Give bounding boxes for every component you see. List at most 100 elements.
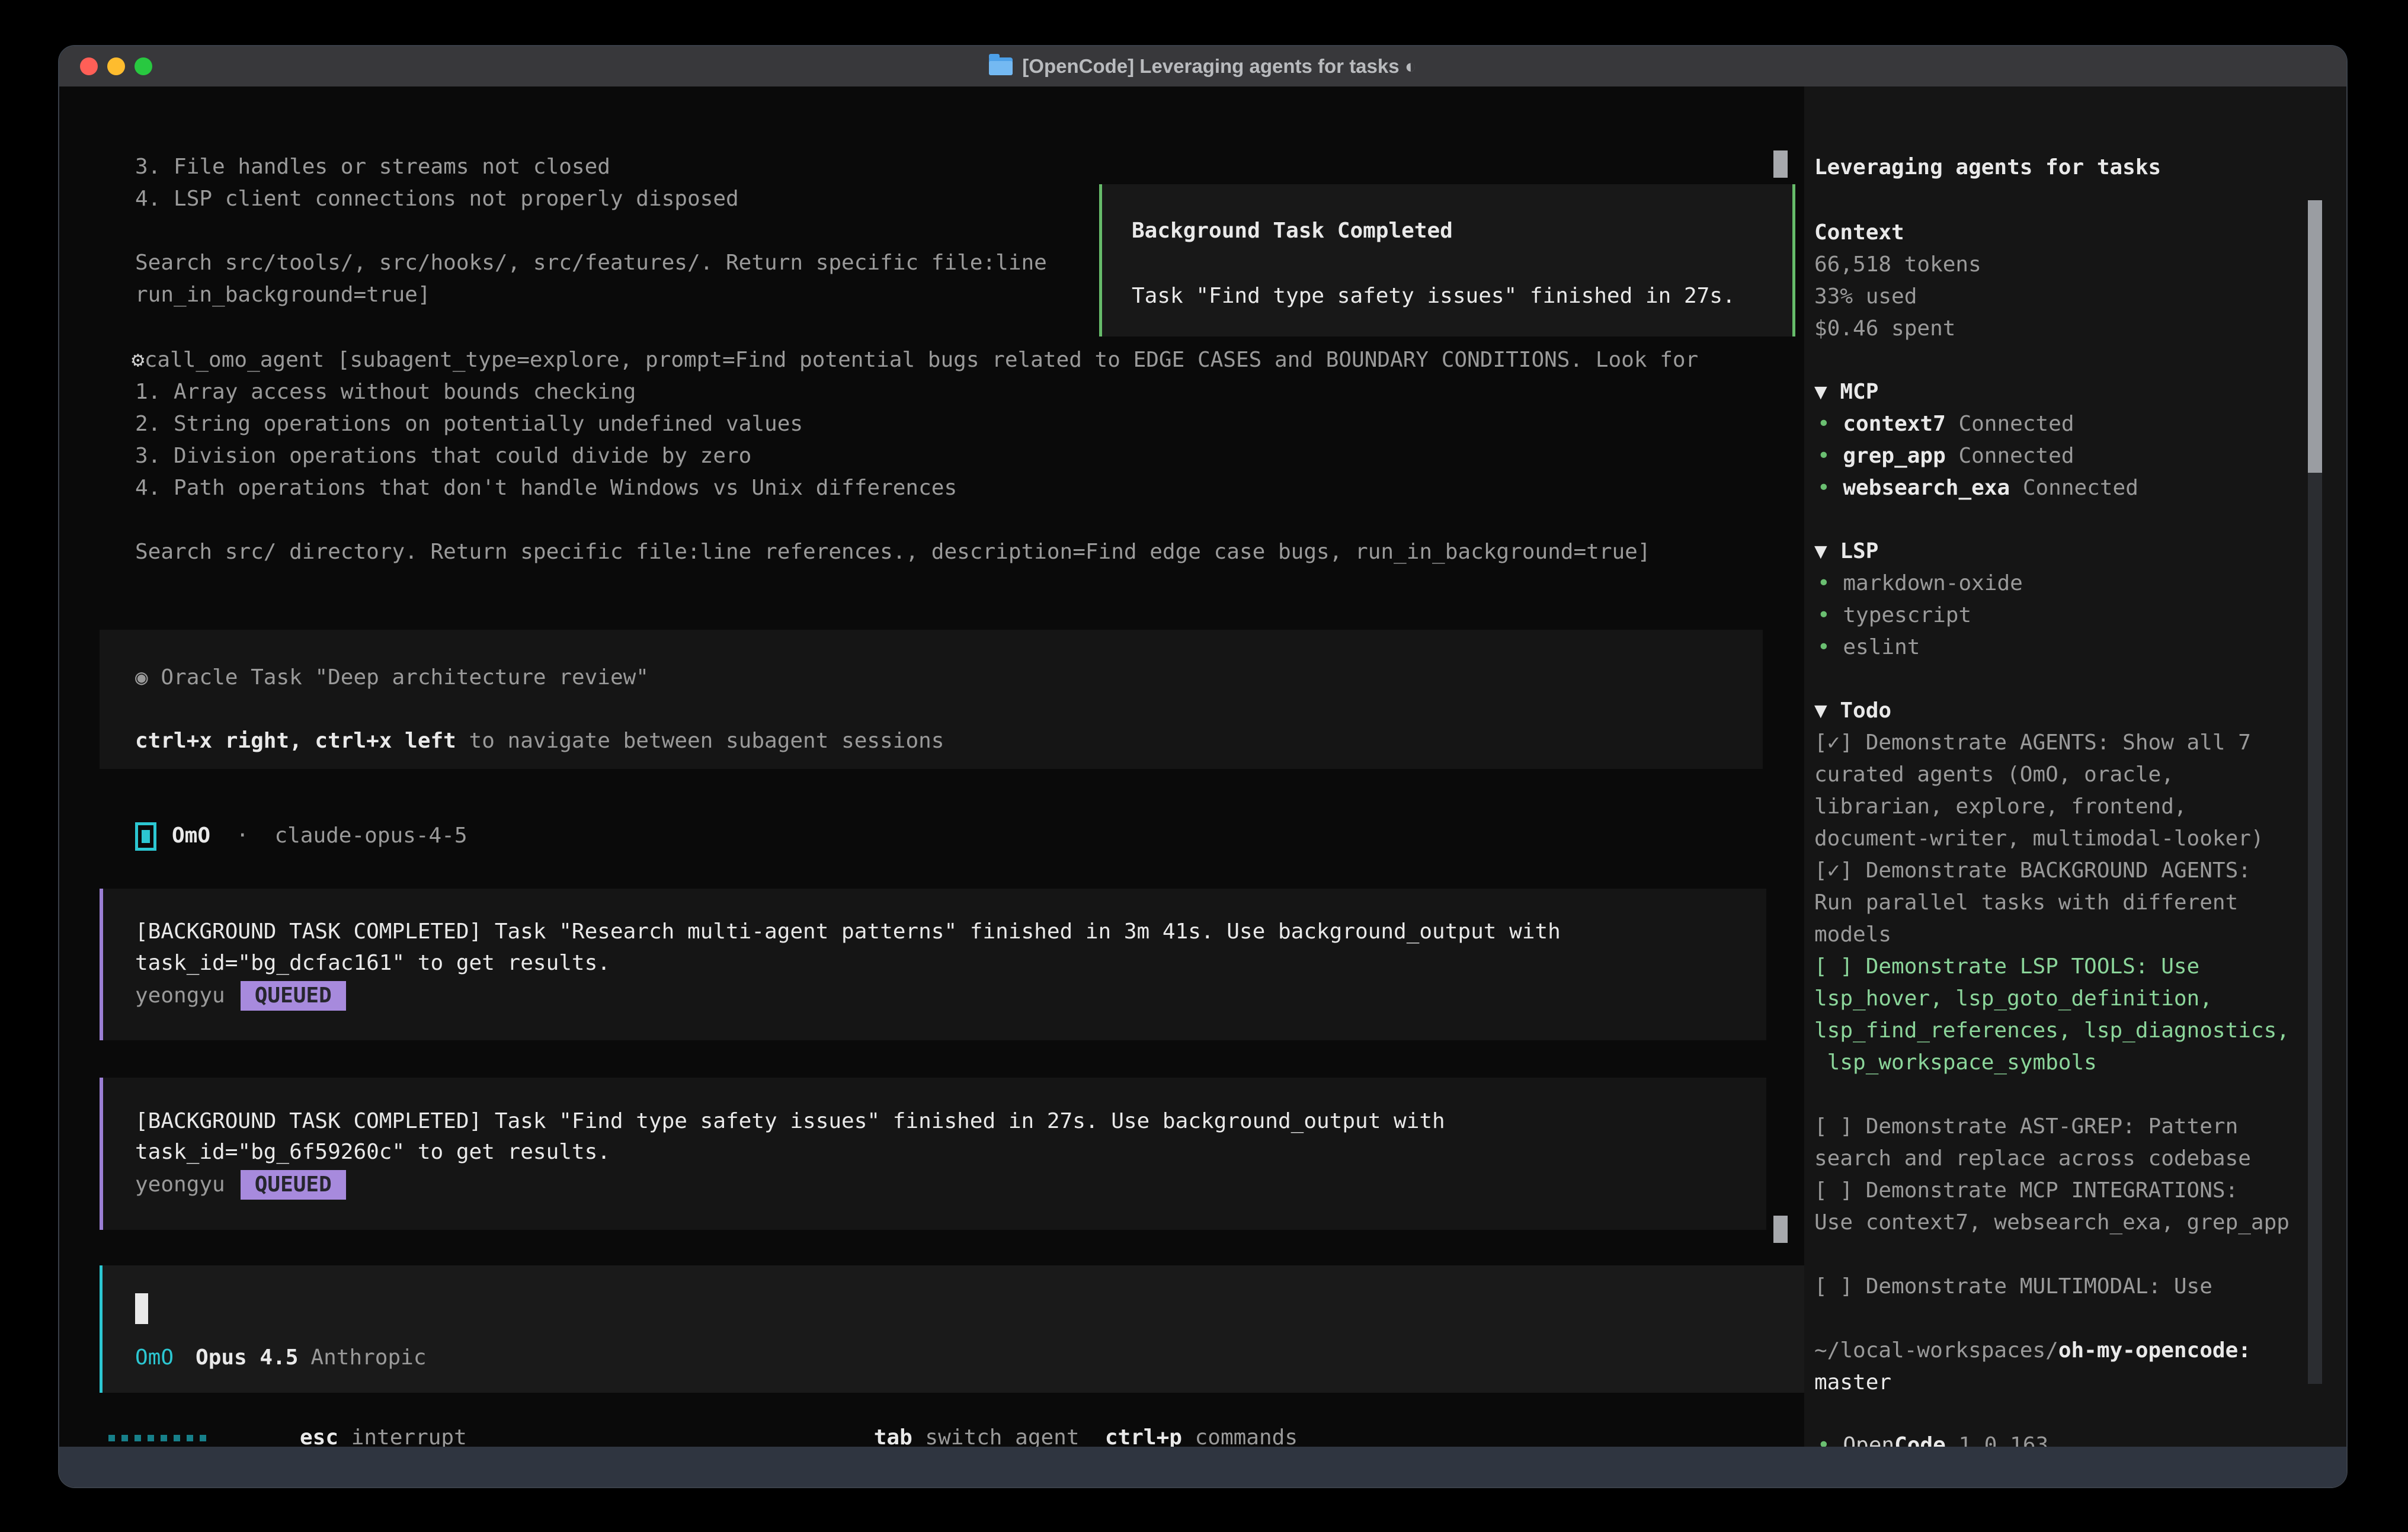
context-heading: Context: [1814, 217, 1904, 249]
chevron-down-icon: ▼: [1814, 380, 1827, 404]
todo-line: [✓] Demonstrate BACKGROUND AGENTS:: [1814, 855, 2251, 887]
tab-label: switch agent: [912, 1425, 1080, 1450]
esc-key[interactable]: esc: [300, 1425, 338, 1450]
task-user: yeongyu: [135, 1172, 225, 1197]
task-line2: task_id="bg_6f59260c" to get results.: [135, 1136, 610, 1168]
todo-line: document-writer, multimodal-looker): [1814, 823, 2264, 855]
main-scrollbar-thumb-bottom[interactable]: [1773, 1216, 1788, 1243]
window-title: [OpenCode] Leveraging agents for tasks ◐: [1022, 55, 1416, 78]
mcp-item: • websearch_exa Connected: [1817, 472, 2138, 504]
mcp-item: • grep_app Connected: [1817, 440, 2074, 472]
todo-line-active: lsp_workspace_symbols: [1814, 1047, 2097, 1079]
output-line: 1. Array access without bounds checking: [135, 376, 636, 408]
bullet-icon: •: [1817, 571, 1830, 595]
lsp-name: typescript: [1843, 603, 1971, 627]
tab-key[interactable]: tab: [874, 1425, 912, 1450]
bullet-icon: •: [1817, 412, 1830, 436]
input-provider: Anthropic: [310, 1345, 426, 1370]
agent-header-line: OmO · claude-opus-4-5: [135, 820, 467, 852]
todo-section-header[interactable]: ▼ Todo: [1814, 695, 1891, 727]
todo-line: [ ] Demonstrate MCP INTEGRATIONS:: [1814, 1175, 2238, 1207]
oracle-icon: ◉: [135, 665, 148, 690]
todo-line: librarian, explore, frontend,: [1814, 791, 2187, 823]
lsp-item: • markdown-oxide: [1817, 568, 2023, 600]
todo-line-active: lsp_find_references, lsp_diagnostics,: [1814, 1015, 2289, 1047]
oracle-title-line: ◉ Oracle Task "Deep architecture review": [135, 662, 649, 694]
input-model: Opus 4.5: [196, 1345, 298, 1370]
context-tokens: 66,518 tokens: [1814, 249, 1981, 281]
mcp-name: grep_app: [1843, 444, 1945, 468]
oracle-task-card[interactable]: ◉ Oracle Task "Deep architecture review"…: [100, 630, 1763, 769]
todo-line: Run parallel tasks with different: [1814, 887, 2238, 919]
ctrl-p-key[interactable]: ctrl+p: [1105, 1425, 1182, 1450]
session-title: Leveraging agents for tasks: [1814, 152, 2161, 184]
task-user: yeongyu: [135, 983, 225, 1008]
traffic-lights: [80, 46, 152, 86]
chat-main-area[interactable]: 3. File handles or streams not closed 4.…: [59, 86, 1863, 1447]
task-line1: [BACKGROUND TASK COMPLETED] Task "Find t…: [135, 1105, 1445, 1137]
mcp-section-header[interactable]: ▼ MCP: [1814, 376, 1878, 408]
lsp-name: eslint: [1843, 635, 1920, 659]
mcp-status: Connected: [1946, 444, 2074, 468]
task-result-card[interactable]: [BACKGROUND TASK COMPLETED] Task "Resear…: [100, 889, 1766, 1040]
workspace-path-line: ~/local-workspaces/oh-my-opencode:: [1814, 1335, 2251, 1367]
todo-line: models: [1814, 919, 1891, 951]
task-meta-line: yeongyu QUEUED: [135, 980, 346, 1012]
todo-line: search and replace across codebase: [1814, 1143, 2251, 1175]
toast-title: Background Task Completed: [1132, 215, 1453, 247]
output-line: Search src/tools/, src/hooks/, src/featu…: [135, 247, 1047, 279]
maximize-button[interactable]: [135, 57, 152, 75]
sidebar: Leveraging agents for tasks Context 66,5…: [1804, 86, 2346, 1447]
output-line: 3. Division operations that could divide…: [135, 440, 751, 472]
window-title-group: [OpenCode] Leveraging agents for tasks ◐: [59, 55, 2346, 78]
folder-icon: [989, 57, 1013, 75]
lsp-item: • typescript: [1817, 600, 1971, 632]
title-bar[interactable]: [OpenCode] Leveraging agents for tasks ◐: [59, 46, 2346, 88]
todo-heading: Todo: [1840, 698, 1891, 723]
oracle-title: Oracle Task "Deep architecture review": [161, 665, 649, 690]
spinner-dots: [108, 1435, 206, 1441]
chevron-down-icon: ▼: [1814, 698, 1827, 723]
todo-line: Use context7, websearch_exa, grep_app: [1814, 1207, 2289, 1239]
minimize-button[interactable]: [107, 57, 125, 75]
context-used: 33% used: [1814, 281, 1917, 313]
todo-line-active: [ ] Demonstrate LSP TOOLS: Use: [1814, 951, 2199, 983]
workspace-repo: oh-my-opencode:: [2058, 1338, 2251, 1363]
mcp-item: • context7 Connected: [1817, 408, 2074, 440]
mcp-status: Connected: [2010, 476, 2138, 500]
gear-icon: ⚙: [132, 348, 145, 372]
output-line: run_in_background=true]: [135, 279, 431, 311]
mcp-name: context7: [1843, 412, 1945, 436]
workspace-prefix: ~/local-workspaces/: [1814, 1338, 2058, 1363]
mcp-status: Connected: [1946, 412, 2074, 436]
task-line2: task_id="bg_dcfac161" to get results.: [135, 947, 610, 979]
tool-call-line: ⚙call_omo_agent [subagent_type=explore, …: [132, 344, 1698, 376]
main-scrollbar-thumb-top[interactable]: [1773, 150, 1788, 178]
task-result-card[interactable]: [BACKGROUND TASK COMPLETED] Task "Find t…: [100, 1078, 1766, 1230]
status-badge: QUEUED: [241, 1170, 346, 1200]
background-task-toast: Background Task Completed Task "Find typ…: [1099, 184, 1795, 336]
lsp-item: • eslint: [1817, 632, 1920, 664]
window-bottom-edge: [59, 1447, 2346, 1487]
close-button[interactable]: [80, 57, 98, 75]
todo-line: [✓] Demonstrate AGENTS: Show all 7: [1814, 727, 2251, 759]
mcp-heading: MCP: [1840, 380, 1878, 404]
output-line: 2. String operations on potentially unde…: [135, 408, 803, 440]
sidebar-scrollbar-thumb[interactable]: [2308, 200, 2322, 473]
todo-line-active: lsp_hover, lsp_goto_definition,: [1814, 983, 2212, 1015]
task-line1: [BACKGROUND TASK COMPLETED] Task "Resear…: [135, 916, 1561, 948]
output-line: 4. Path operations that don't handle Win…: [135, 472, 957, 504]
output-line: Search src/ directory. Return specific f…: [135, 536, 1651, 568]
desktop: [OpenCode] Leveraging agents for tasks ◐…: [0, 0, 2408, 1532]
input-status-line: OmO Opus 4.5 Anthropic: [135, 1342, 427, 1374]
status-badge: QUEUED: [241, 981, 346, 1011]
lsp-section-header[interactable]: ▼ LSP: [1814, 536, 1878, 568]
prompt-input[interactable]: OmO Opus 4.5 Anthropic: [100, 1265, 1810, 1393]
context-spent: $0.46 spent: [1814, 313, 1955, 345]
oracle-hint-line: ctrl+x right, ctrl+x left to navigate be…: [135, 725, 944, 757]
mcp-name: websearch_exa: [1843, 476, 2010, 500]
bullet-icon: •: [1817, 635, 1830, 659]
input-agent: OmO: [135, 1345, 174, 1370]
task-meta-line: yeongyu QUEUED: [135, 1169, 346, 1201]
terminal-window: [OpenCode] Leveraging agents for tasks ◐…: [59, 46, 2346, 1487]
